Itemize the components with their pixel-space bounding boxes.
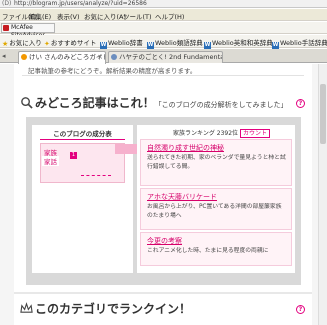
- star-icon: ★: [2, 40, 9, 48]
- highlight-section-title: みどころ記事はこれ！「このブログの成分解析をしてみました」: [20, 94, 287, 111]
- ranking-box: 家族ランキング 2392位 カウント 自然濁り成す世紀の神秘 送られてきた初期、家…: [137, 125, 295, 273]
- tab-hayate[interactable]: ハヤテのごとく! 2nd Fundamental...: [108, 51, 223, 63]
- divider: [22, 75, 304, 76]
- article-excerpt: お風呂から上がり、PC置いてある洋間の部屋簾家族のたまり場へ: [147, 204, 282, 219]
- menu-bar: ファイル(F) 編集(E) 表示(V) お気に入り(A) ツール(T) ヘルプ(…: [0, 9, 327, 21]
- weblio-sign-label: Weblio手話辞典: [280, 39, 327, 47]
- blog-icon: [21, 54, 27, 60]
- weblio-dictionary-link[interactable]: W Weblio辞書: [100, 37, 143, 49]
- article-card[interactable]: アホな天藤バリケード お風呂から上がり、PC置いてある洋間の部屋簾家族のたまり場…: [140, 188, 292, 230]
- mcafee-icon: [3, 25, 9, 31]
- category-count-badge: 1: [70, 152, 77, 159]
- article-title-link[interactable]: 自然濁り成す世紀の神秘: [147, 143, 224, 153]
- components-title: このブログの成分表: [53, 130, 112, 138]
- page-content: 記事執筆の参考にどうぞ。解析結果の精度が高まります。 みどころ記事はこれ！「この…: [14, 64, 312, 325]
- weblio-english-link[interactable]: W Weblio英和和英辞典: [204, 37, 273, 49]
- weblio-english-label: Weblio英和和英辞典: [212, 39, 273, 47]
- suggested-sites-icon: ✦: [44, 40, 50, 48]
- connector-dots: [81, 175, 111, 176]
- article-card[interactable]: 自然濁り成す世紀の神秘 送られてきた初期、家のベランダで量見ようと柿と試行錯誤し…: [140, 139, 292, 186]
- divider: [40, 139, 125, 140]
- weblio-icon: W: [147, 42, 154, 49]
- page-viewport: 記事執筆の参考にどうぞ。解析結果の精度が高まります。 みどころ記事はこれ！「この…: [0, 64, 327, 325]
- favorites-label: お気に入り: [9, 39, 42, 47]
- analysis-panel: このブログの成分表 家族 家話 1 家族ランキング 2392位 カウント 自然濁り…: [26, 117, 301, 282]
- section-divider: [14, 292, 312, 294]
- intro-text: 記事執筆の参考にどうぞ。解析結果の精度が高まります。: [28, 67, 197, 75]
- suggested-sites-link[interactable]: ✦おすすめサイト: [44, 37, 96, 48]
- menu-tools[interactable]: ツール(T): [123, 11, 152, 21]
- category-item-selected[interactable]: 家話: [42, 156, 59, 166]
- highlight-title-text: みどころ記事はこれ！: [35, 96, 155, 110]
- vertical-scrollbar[interactable]: [318, 64, 327, 325]
- weblio-thesaurus-label: Weblio類語辞典: [155, 39, 203, 47]
- article-excerpt: これアニメ化した時、たまに見る程度の両親に: [147, 248, 269, 254]
- weblio-sign-link[interactable]: W Weblio手話辞典: [272, 37, 327, 49]
- toolbar: McAfee SiteAdvisor: [0, 22, 327, 39]
- address-label: (D): [2, 0, 12, 7]
- ranking-label: 家族ランキング: [173, 130, 215, 137]
- ranking-position: 2392位: [216, 130, 239, 137]
- highlight-subtitle: 「このブログの成分解析をしてみました」: [154, 101, 288, 109]
- tab-hayate-label: ハヤテのごとく! 2nd Fundamental...: [119, 53, 223, 61]
- ranking-badge[interactable]: カウント: [240, 129, 271, 138]
- article-title-link[interactable]: 今更の考察: [147, 236, 182, 246]
- page-icon: [111, 54, 117, 60]
- help-icon[interactable]: ?: [296, 99, 305, 108]
- ranking-line: 家族ランキング 2392位 カウント: [173, 128, 271, 138]
- menu-help[interactable]: ヘルプ(H): [155, 11, 184, 21]
- weblio-dictionary-label: Weblio辞書: [108, 39, 143, 47]
- category-rank-title-text: このカテゴリでランクイン！: [35, 302, 192, 316]
- scrollbar-thumb[interactable]: [320, 84, 326, 144]
- favorites-bar: ★お気に入り ✦おすすめサイト W Weblio辞書 W Weblio類語辞典 WW…: [0, 35, 327, 49]
- panel-footer: [26, 282, 301, 285]
- article-card[interactable]: 今更の考察 これアニメ化した時、たまに見る程度の両親に: [140, 232, 292, 266]
- category-rank-section-title: このカテゴリでランクイン！: [20, 300, 191, 317]
- components-list: 家族 家話: [40, 143, 125, 183]
- address-bar[interactable]: (D) http://blogram.jp/users/analyze/?uid…: [0, 0, 327, 8]
- address-url[interactable]: http://blogram.jp/users/analyze/?uid=265…: [14, 0, 147, 7]
- weblio-thesaurus-link[interactable]: W Weblio類語辞典: [147, 37, 203, 49]
- tab-guide[interactable]: けい さんのみどころガイド... ×: [18, 51, 106, 64]
- close-tab-icon[interactable]: ×: [97, 52, 103, 62]
- weblio-icon: W: [204, 42, 211, 49]
- article-title-link[interactable]: アホな天藤バリケード: [147, 192, 217, 202]
- help-icon[interactable]: ?: [296, 305, 305, 314]
- crown-icon: [20, 302, 33, 313]
- weblio-icon: W: [100, 42, 107, 49]
- menu-edit[interactable]: 編集(E): [29, 11, 51, 21]
- menu-favorites[interactable]: お気に入り(A): [84, 11, 126, 21]
- menu-view[interactable]: 表示(V): [57, 11, 80, 21]
- tab-guide-label: けい さんのみどころガイド...: [29, 53, 105, 61]
- weblio-icon: W: [272, 42, 279, 49]
- favorites-button[interactable]: ★お気に入り: [2, 37, 42, 48]
- article-excerpt: 送られてきた初期、家のベランダで量見ようと柿と試行錯誤してる間。: [147, 155, 286, 170]
- mcafee-button[interactable]: McAfee SiteAdvisor: [1, 23, 55, 39]
- suggested-sites-label: おすすめサイト: [50, 39, 97, 47]
- tab-bar: ◂ けい さんのみどころガイド... × ハヤテのごとく! 2nd Fundam…: [0, 49, 327, 64]
- tab-scroll-left-icon[interactable]: ◂: [2, 52, 6, 60]
- magnifier-icon: [21, 97, 33, 109]
